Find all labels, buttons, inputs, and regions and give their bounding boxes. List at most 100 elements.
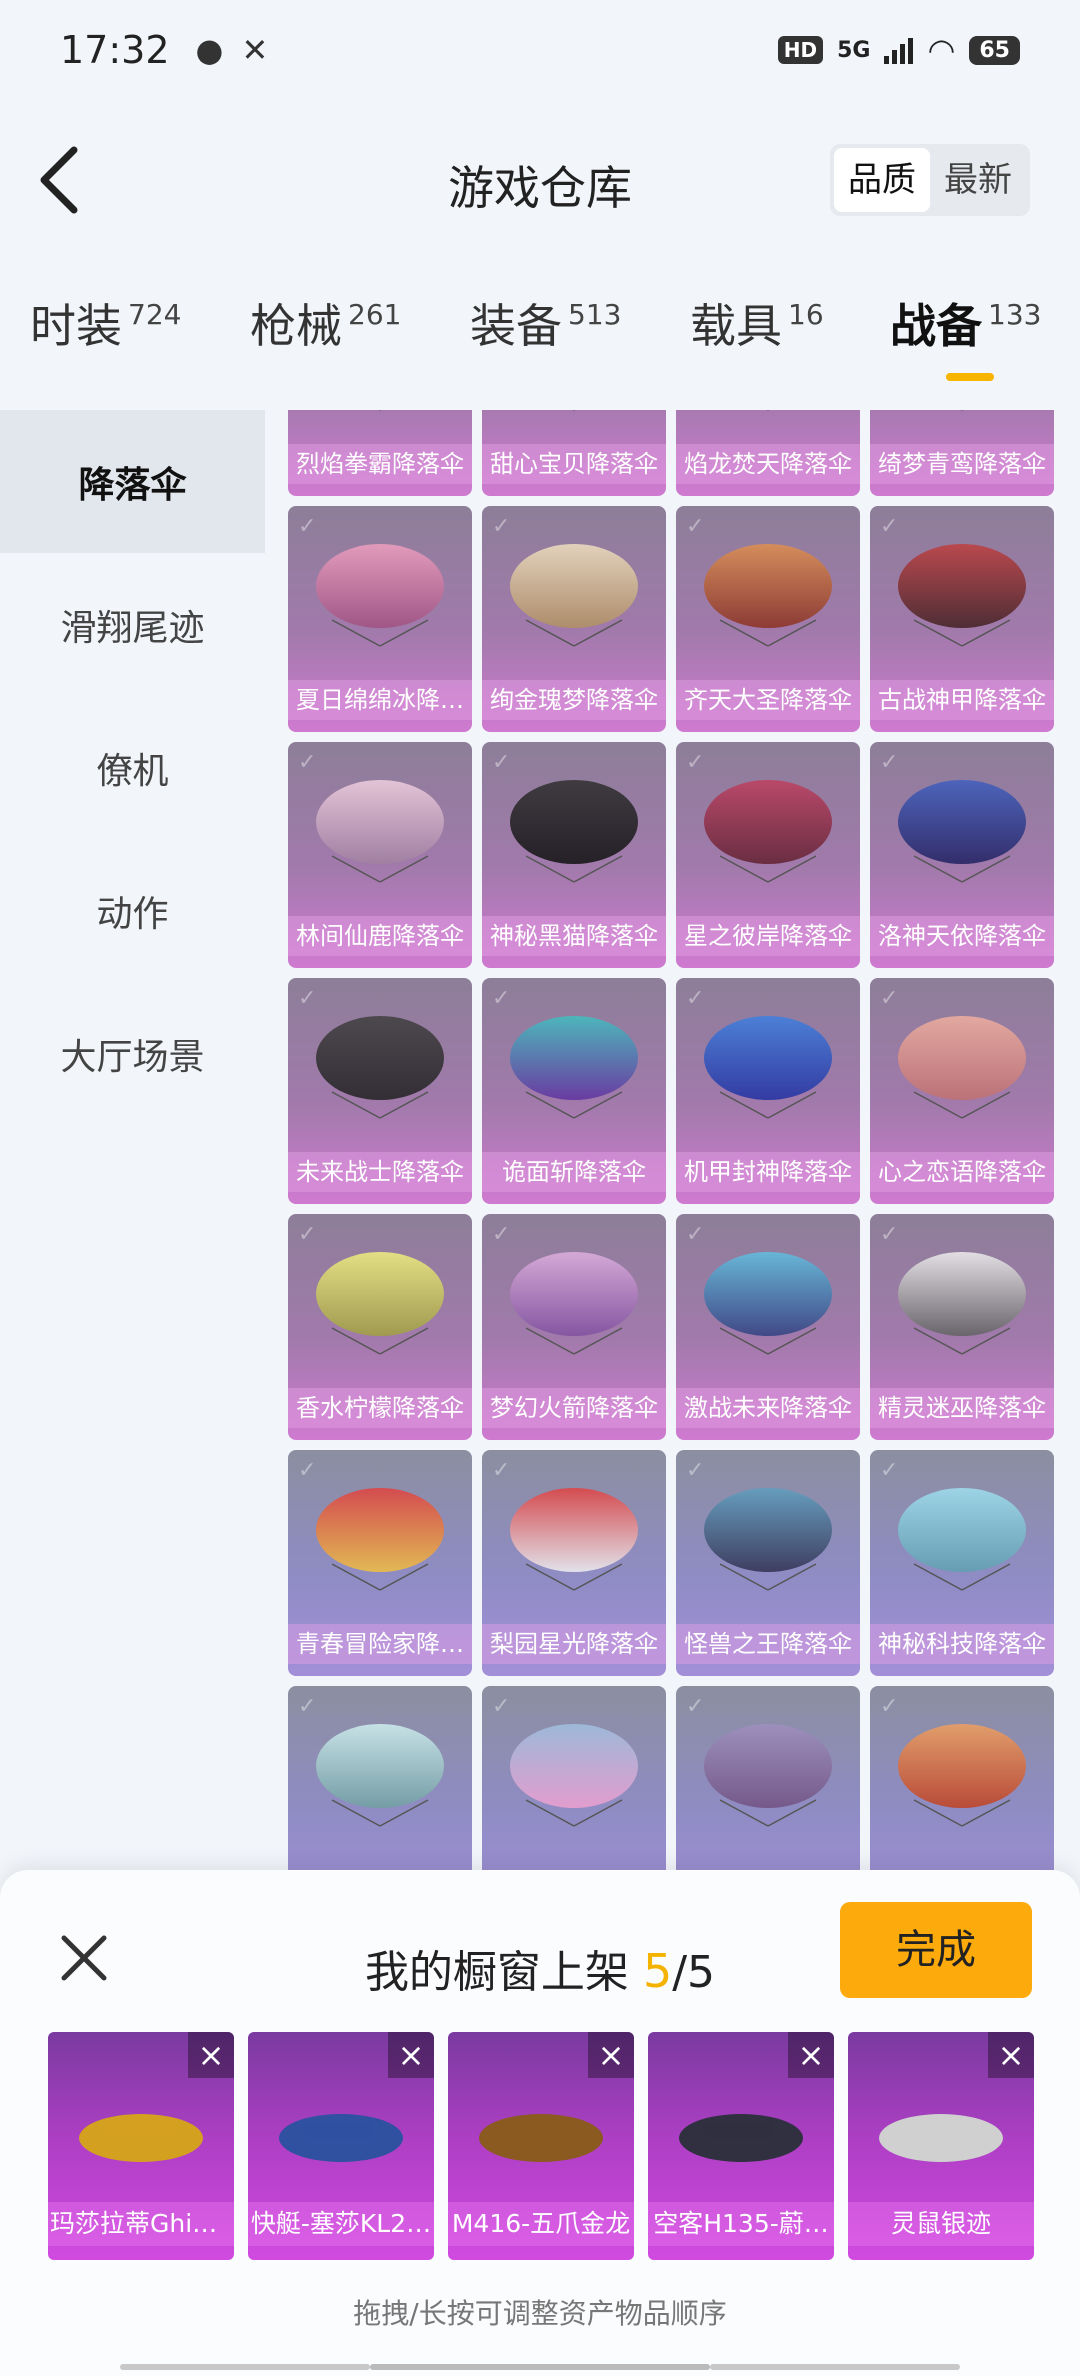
showcase-slot[interactable]: × 空客H135-蔚…: [648, 2032, 834, 2260]
sidebar-item-parachute[interactable]: 降落伞: [0, 410, 265, 553]
grid-item[interactable]: ✓焰龙焚天降落伞: [676, 410, 860, 496]
grid-item[interactable]: ✓ 齐天大圣降落伞: [676, 506, 860, 732]
sidebar-item-glide-trail[interactable]: 滑翔尾迹: [0, 553, 265, 696]
grid-item-label: 洛神天依降落伞: [870, 916, 1054, 956]
sort-latest-button[interactable]: 最新: [930, 148, 1026, 212]
grid-item-label: 星之彼岸降落伞: [676, 916, 860, 956]
sort-quality-button[interactable]: 品质: [834, 148, 930, 212]
check-icon: ✓: [298, 1694, 317, 1719]
grid-item[interactable]: ✓烈焰拳霸降落伞: [288, 410, 472, 496]
showcase-count-current: 5: [642, 1944, 673, 1998]
sidebar-item-lobby-scene[interactable]: 大厅场景: [0, 982, 265, 1125]
grid-item[interactable]: ✓: [482, 1686, 666, 1870]
grid-item[interactable]: ✓ 青春冒险家降…: [288, 1450, 472, 1676]
grid-item[interactable]: ✓ 心之恋语降落伞: [870, 978, 1054, 1204]
grid-item[interactable]: ✓: [870, 1686, 1054, 1870]
check-icon: ✓: [880, 1222, 899, 1247]
grid-item[interactable]: ✓ 诡面斩降落伞: [482, 978, 666, 1204]
tab-label: 战备: [890, 299, 982, 353]
tab-fashion[interactable]: 时装 724: [30, 290, 181, 356]
rifle-icon: [479, 2114, 603, 2162]
grid-item[interactable]: ✓绮梦青鸾降落伞: [870, 410, 1054, 496]
item-grid: ✓烈焰拳霸降落伞✓甜心宝贝降落伞✓焰龙焚天降落伞✓绮梦青鸾降落伞✓夏日绵绵冰降……: [280, 410, 1070, 1870]
sidebar-item-wingman[interactable]: 僚机: [0, 696, 265, 839]
grid-item[interactable]: ✓ 机甲封神降落伞: [676, 978, 860, 1204]
grid-item[interactable]: ✓ 神秘黑猫降落伞: [482, 742, 666, 968]
grid-item[interactable]: ✓: [288, 1686, 472, 1870]
grid-item-label: 梨园星光降落伞: [482, 1624, 666, 1664]
check-icon: ✓: [492, 750, 511, 775]
grid-item[interactable]: ✓ 梨园星光降落伞: [482, 1450, 666, 1676]
grid-item-label: 绮梦青鸾降落伞: [870, 444, 1054, 484]
showcase-slot[interactable]: × 玛莎拉蒂Ghibl…: [48, 2032, 234, 2260]
tab-count: 133: [988, 298, 1042, 331]
grid-item[interactable]: ✓ 精灵迷巫降落伞: [870, 1214, 1054, 1440]
grid-item-label: 神秘黑猫降落伞: [482, 916, 666, 956]
grid-item[interactable]: ✓ 怪兽之王降落伞: [676, 1450, 860, 1676]
grid-item-label: 青春冒险家降…: [288, 1624, 472, 1664]
scroll-indicator: [370, 2364, 710, 2370]
remove-icon[interactable]: ×: [788, 2032, 834, 2078]
done-button[interactable]: 完成: [840, 1902, 1032, 1998]
grid-item[interactable]: ✓ 星之彼岸降落伞: [676, 742, 860, 968]
grid-item-label: 怪兽之王降落伞: [676, 1624, 860, 1664]
parachute-icon: [898, 544, 1026, 647]
grid-item[interactable]: ✓ 林间仙鹿降落伞: [288, 742, 472, 968]
remove-icon[interactable]: ×: [188, 2032, 234, 2078]
grid-item-label: 未来战士降落伞: [288, 1152, 472, 1192]
tab-label: 枪械: [250, 299, 342, 353]
remove-icon[interactable]: ×: [388, 2032, 434, 2078]
check-icon: ✓: [686, 750, 705, 775]
grid-item[interactable]: ✓ 激战未来降落伞: [676, 1214, 860, 1440]
tab-guns[interactable]: 枪械 261: [250, 290, 401, 356]
showcase-slot[interactable]: × M416-五爪金龙: [448, 2032, 634, 2260]
grid-item-label: 齐天大圣降落伞: [676, 680, 860, 720]
check-icon: ✓: [686, 1458, 705, 1483]
grid-item-label: 焰龙焚天降落伞: [676, 444, 860, 484]
parachute-icon: [704, 780, 832, 883]
sidebar-item-emote[interactable]: 动作: [0, 839, 265, 982]
grid-item-label: 甜心宝贝降落伞: [482, 444, 666, 484]
showcase-slot[interactable]: × 灵鼠银迹: [848, 2032, 1034, 2260]
remove-icon[interactable]: ×: [588, 2032, 634, 2078]
showcase-slot[interactable]: × 快艇-塞莎KL2…: [248, 2032, 434, 2260]
scroll-indicator: [710, 2364, 960, 2370]
grid-item[interactable]: ✓ 洛神天依降落伞: [870, 742, 1054, 968]
check-icon: ✓: [880, 514, 899, 539]
grid-item[interactable]: ✓ 未来战士降落伞: [288, 978, 472, 1204]
grid-item[interactable]: ✓ 神秘科技降落伞: [870, 1450, 1054, 1676]
grid-item-label: 烈焰拳霸降落伞: [288, 444, 472, 484]
grid-item[interactable]: ✓甜心宝贝降落伞: [482, 410, 666, 496]
header: 游戏仓库 品质 最新: [0, 100, 1080, 260]
parachute-icon: [510, 1016, 638, 1119]
check-icon: ✓: [686, 1694, 705, 1719]
grid-item[interactable]: ✓ 梦幻火箭降落伞: [482, 1214, 666, 1440]
parachute-icon: [378, 410, 382, 411]
car-icon: [79, 2114, 203, 2162]
tab-vehicles[interactable]: 载具 16: [690, 290, 824, 356]
check-icon: ✓: [298, 1458, 317, 1483]
parachute-icon: [898, 780, 1026, 883]
grid-item[interactable]: ✓ 香水柠檬降落伞: [288, 1214, 472, 1440]
battery-icon: 65: [969, 35, 1020, 65]
showcase-slot-label: 快艇-塞莎KL2…: [248, 2202, 434, 2246]
grid-item-label: 夏日绵绵冰降…: [288, 680, 472, 720]
tab-tactical[interactable]: 战备 133: [890, 290, 1041, 356]
grid-item[interactable]: ✓ 古战神甲降落伞: [870, 506, 1054, 732]
grid-item-label: 林间仙鹿降落伞: [288, 916, 472, 956]
remove-icon[interactable]: ×: [988, 2032, 1034, 2078]
parachute-icon: [704, 1016, 832, 1119]
grid-item-label: 激战未来降落伞: [676, 1388, 860, 1428]
parachute-icon: [898, 1252, 1026, 1355]
tab-underline: [946, 373, 994, 381]
grid-item[interactable]: ✓: [676, 1686, 860, 1870]
parachute-icon: [960, 410, 964, 411]
tab-equipment[interactable]: 装备 513: [470, 290, 621, 356]
grid-item[interactable]: ✓ 绚金瑰梦降落伞: [482, 506, 666, 732]
parachute-icon: [898, 1724, 1026, 1827]
grid-item[interactable]: ✓ 夏日绵绵冰降…: [288, 506, 472, 732]
showcase-slot-label: M416-五爪金龙: [448, 2202, 634, 2246]
sort-toggle: 品质 最新: [830, 144, 1030, 216]
check-icon: ✓: [298, 1222, 317, 1247]
helicopter-icon: [679, 2114, 803, 2162]
